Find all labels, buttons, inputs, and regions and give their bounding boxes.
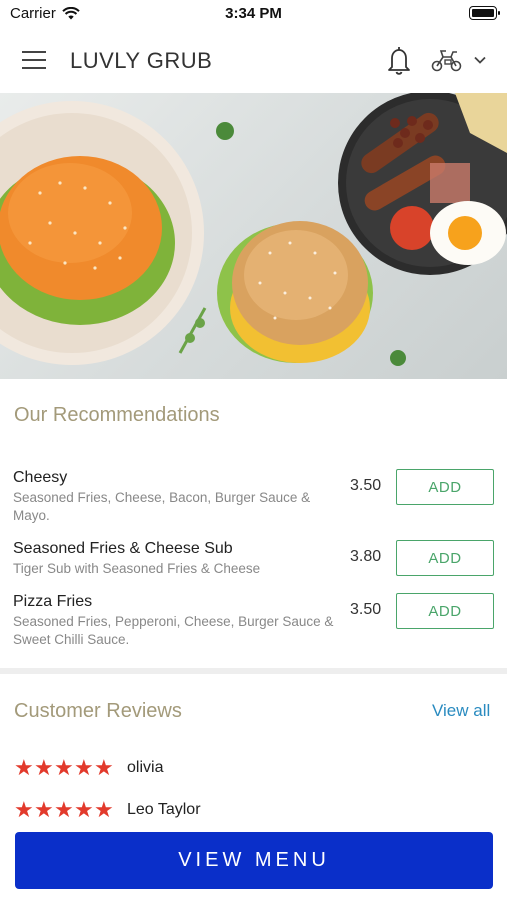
add-button[interactable]: ADD	[396, 593, 494, 629]
list-item: Seasoned Fries & Cheese Sub Tiger Sub wi…	[0, 540, 507, 582]
battery-icon	[469, 6, 500, 20]
review-row: ★ ★ ★ ★ ★ Leo Taylor	[14, 797, 201, 822]
status-time: 3:34 PM	[225, 5, 282, 22]
star-icon: ★	[94, 797, 114, 822]
star-icon: ★	[54, 797, 74, 822]
app-header: LUVLY GRUB	[0, 28, 507, 93]
food-illustration	[0, 93, 507, 366]
item-name: Cheesy	[13, 469, 68, 486]
reviews-title: Customer Reviews	[14, 700, 182, 722]
recommendations-title: Our Recommendations	[14, 404, 220, 426]
list-item: Cheesy Seasoned Fries, Cheese, Bacon, Bu…	[0, 469, 507, 529]
star-rating: ★ ★ ★ ★ ★	[14, 797, 114, 822]
item-description: Seasoned Fries, Cheese, Bacon, Burger Sa…	[13, 490, 311, 523]
reviewer-name: olivia	[127, 758, 164, 776]
hamburger-menu-icon[interactable]	[22, 50, 48, 70]
item-name: Pizza Fries	[13, 593, 93, 610]
star-icon: ★	[94, 755, 114, 780]
item-price: 3.80	[350, 548, 382, 565]
star-icon: ★	[34, 755, 54, 780]
delivery-scooter-icon[interactable]	[430, 46, 464, 74]
star-icon: ★	[34, 797, 54, 822]
item-description: Tiger Sub with Seasoned Fries & Cheese	[13, 561, 261, 576]
view-all-link[interactable]: View all	[432, 701, 490, 721]
item-description: Seasoned Fries, Pepperoni, Cheese, Burge…	[13, 614, 334, 647]
star-icon: ★	[54, 755, 74, 780]
item-name: Seasoned Fries & Cheese Sub	[13, 540, 233, 557]
star-icon: ★	[74, 797, 94, 822]
reviewer-name: Leo Taylor	[127, 800, 201, 818]
star-icon: ★	[14, 755, 34, 780]
view-menu-button[interactable]: VIEW MENU	[15, 832, 493, 889]
section-divider	[0, 668, 507, 674]
list-item: Pizza Fries Seasoned Fries, Pepperoni, C…	[0, 593, 507, 653]
hero-banner-image	[0, 93, 507, 379]
status-bar: Carrier 3:34 PM	[0, 0, 507, 28]
star-icon: ★	[74, 755, 94, 780]
star-icon: ★	[14, 797, 34, 822]
review-row: ★ ★ ★ ★ ★ olivia	[14, 755, 164, 780]
bell-icon[interactable]	[384, 44, 414, 76]
add-button[interactable]: ADD	[396, 469, 494, 505]
app-title: LUVLY GRUB	[70, 48, 213, 73]
star-rating: ★ ★ ★ ★ ★	[14, 755, 114, 780]
add-button[interactable]: ADD	[396, 540, 494, 576]
item-price: 3.50	[350, 601, 382, 618]
item-price: 3.50	[350, 477, 382, 494]
chevron-down-icon[interactable]	[472, 54, 488, 66]
